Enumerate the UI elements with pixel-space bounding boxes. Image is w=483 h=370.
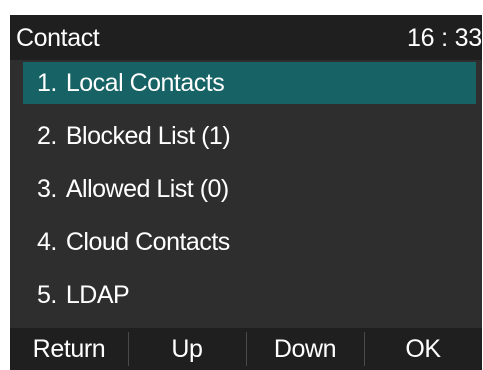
menu-item-allowed-list[interactable]: 3. Allowed List (0) <box>23 168 476 210</box>
phone-screen: Contact 16 : 33 1. Local Contacts 2. Blo… <box>10 15 482 370</box>
softkey-bar: Return Up Down OK <box>10 328 482 370</box>
menu-item-ldap[interactable]: 5. LDAP <box>23 274 476 316</box>
menu-item-label: LDAP <box>65 280 130 309</box>
clock-time: 16 : 33 <box>406 24 482 52</box>
menu-item-number: 1. <box>37 68 57 97</box>
menu-item-number: 3. <box>37 174 57 203</box>
menu-item-label: Blocked List (1) <box>65 121 231 150</box>
menu-item-label: Local Contacts <box>65 68 225 97</box>
return-softkey[interactable]: Return <box>10 328 128 370</box>
menu-item-number: 2. <box>37 121 57 150</box>
menu-item-number: 4. <box>37 227 57 256</box>
down-softkey[interactable]: Down <box>246 328 364 370</box>
menu-item-cloud-contacts[interactable]: 4. Cloud Contacts <box>23 221 476 263</box>
menu-item-local-contacts[interactable]: 1. Local Contacts <box>23 62 476 104</box>
contact-menu: 1. Local Contacts 2. Blocked List (1) 3.… <box>23 62 476 327</box>
menu-item-number: 5. <box>37 280 57 309</box>
page-title: Contact <box>16 24 100 52</box>
up-softkey[interactable]: Up <box>128 328 246 370</box>
title-bar: Contact 16 : 33 <box>10 15 482 60</box>
menu-item-label: Cloud Contacts <box>65 227 230 256</box>
menu-item-label: Allowed List (0) <box>65 174 229 203</box>
menu-item-blocked-list[interactable]: 2. Blocked List (1) <box>23 115 476 157</box>
ok-softkey[interactable]: OK <box>364 328 482 370</box>
